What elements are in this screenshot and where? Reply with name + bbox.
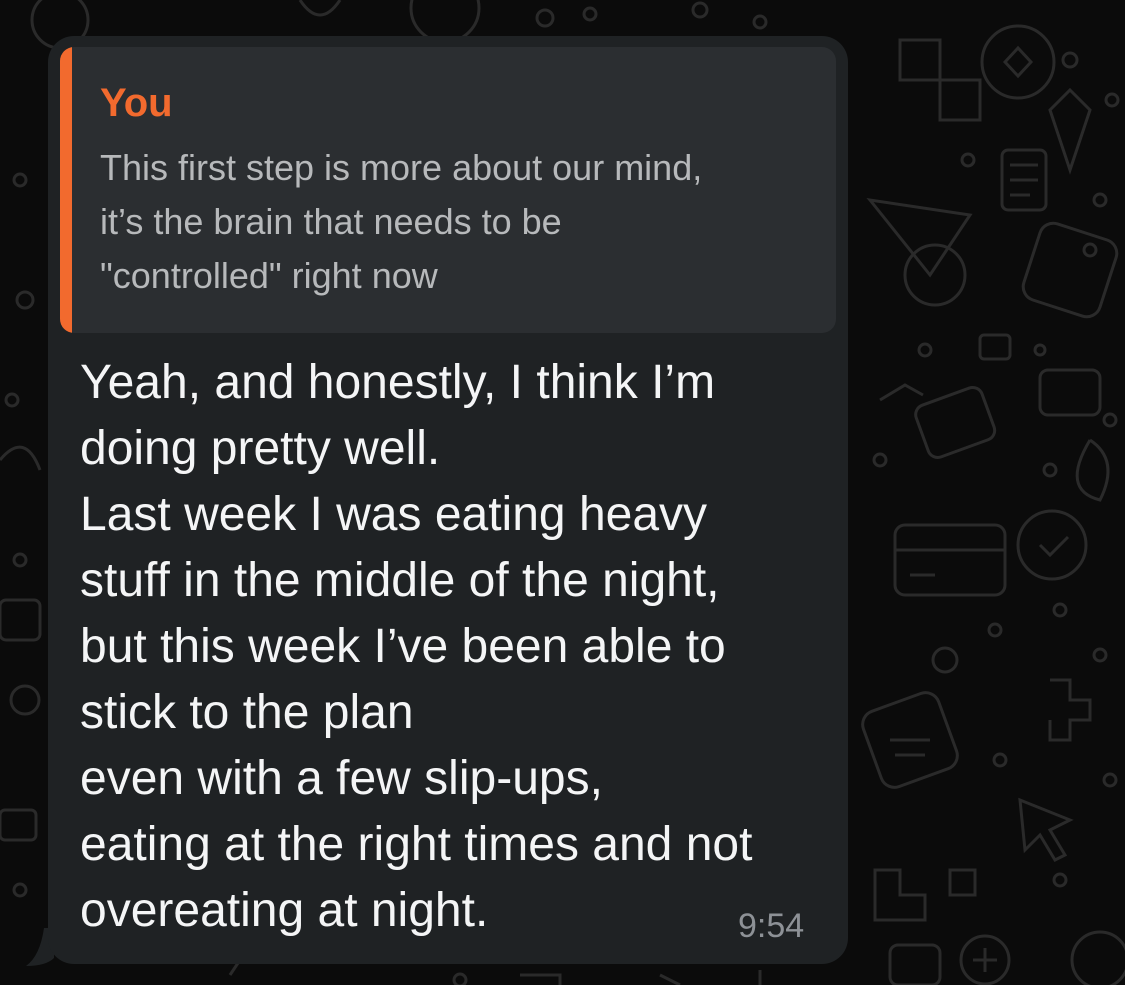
message-line: Yeah, and honestly, I think I’m bbox=[80, 356, 716, 409]
reply-quote-text: This first step is more about our mind, … bbox=[100, 141, 820, 303]
reply-quote-author: You bbox=[100, 81, 173, 125]
message-line: eating at the right times and not bbox=[80, 818, 753, 871]
message-timestamp: 9:54 bbox=[738, 907, 805, 945]
reply-quote-line: "controlled" right now bbox=[100, 255, 438, 296]
reply-quote-line: it’s the brain that needs to be bbox=[100, 201, 562, 242]
message-line: doing pretty well. bbox=[80, 422, 441, 475]
message-line: overeating at night. bbox=[80, 884, 489, 937]
reply-quote[interactable]: You This first step is more about our mi… bbox=[60, 47, 836, 333]
message-text: Yeah, and honestly, I think I’m doing pr… bbox=[80, 350, 820, 944]
message-line: but this week I’ve been able to bbox=[80, 620, 726, 673]
reply-quote-accent-bar bbox=[60, 47, 72, 333]
reply-quote-line: This first step is more about our mind, bbox=[100, 147, 703, 188]
message-line: stick to the plan bbox=[80, 686, 414, 739]
message-line: stuff in the middle of the night, bbox=[80, 554, 720, 607]
message-line: even with a few slip-ups, bbox=[80, 752, 603, 805]
message-line: Last week I was eating heavy bbox=[80, 488, 708, 541]
